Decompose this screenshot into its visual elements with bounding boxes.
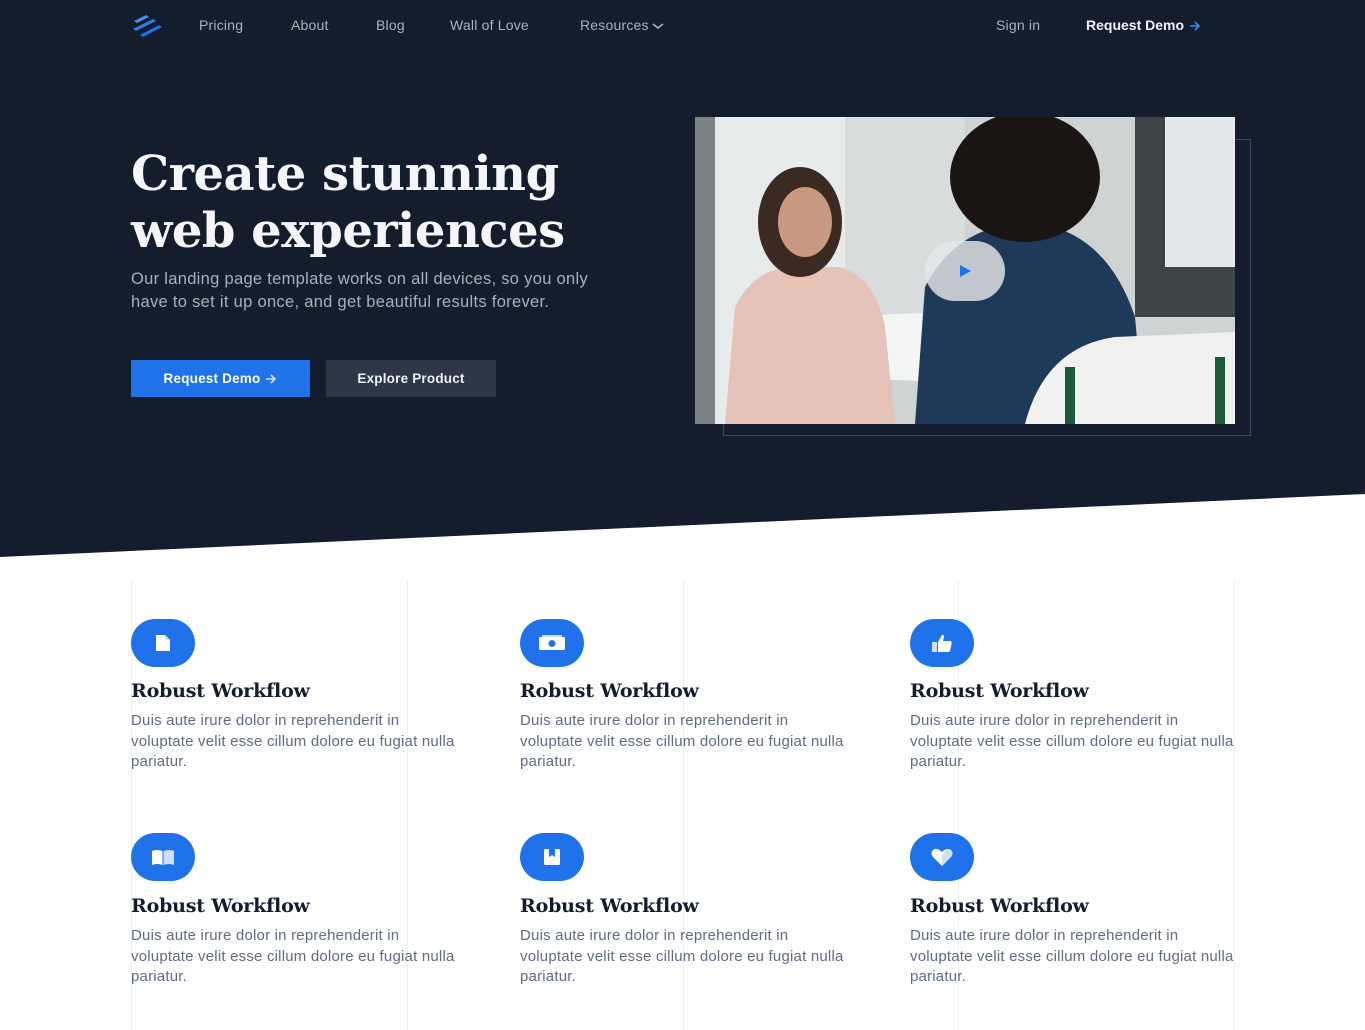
nav-link-resources[interactable]: Resources (580, 17, 664, 33)
feature-text: Duis aute irure dolor in reprehenderit i… (131, 712, 455, 770)
nav-link-pricing[interactable]: Pricing (199, 17, 243, 33)
feature-text: Duis aute irure dolor in reprehenderit i… (520, 712, 844, 770)
arrow-right-icon (266, 373, 277, 384)
feature-text: Duis aute irure dolor in reprehenderit i… (910, 927, 1234, 985)
book-icon (131, 833, 195, 881)
feature-title: Robust Workflow (910, 895, 1089, 917)
feature-title: Robust Workflow (520, 895, 699, 917)
thumbs-up-icon (910, 619, 974, 667)
logo-icon[interactable] (131, 14, 163, 38)
feature-title: Robust Workflow (910, 680, 1089, 702)
arrow-right-icon (1190, 21, 1201, 31)
hero-title: Create stunning web experiences (131, 146, 565, 259)
nav-link-blog[interactable]: Blog (376, 17, 405, 33)
hero-subtitle: Our landing page template works on all d… (131, 270, 589, 311)
nav-link-resources-label: Resources (580, 17, 649, 33)
request-demo-button[interactable]: Request Demo (131, 360, 310, 397)
nav-link-wall-of-love[interactable]: Wall of Love (450, 17, 529, 33)
chevron-down-icon (652, 23, 664, 30)
explore-product-button[interactable]: Explore Product (326, 360, 496, 397)
nav-request-demo-label: Request Demo (1086, 17, 1185, 33)
bookmark-icon (520, 833, 584, 881)
money-icon (520, 619, 584, 667)
feature-title: Robust Workflow (520, 680, 699, 702)
heart-icon (910, 833, 974, 881)
document-icon (131, 619, 195, 667)
feature-title: Robust Workflow (131, 895, 310, 917)
nav-link-about[interactable]: About (291, 17, 329, 33)
feature-text: Duis aute irure dolor in reprehenderit i… (910, 712, 1234, 770)
feature-text: Duis aute irure dolor in reprehenderit i… (131, 927, 455, 985)
feature-text: Duis aute irure dolor in reprehenderit i… (520, 927, 844, 985)
request-demo-button-label: Request Demo (163, 371, 261, 386)
feature-title: Robust Workflow (131, 680, 310, 702)
video-play-button[interactable] (925, 241, 1005, 301)
nav-request-demo-link[interactable]: Request Demo (1086, 17, 1201, 33)
play-icon (960, 265, 971, 277)
signin-link[interactable]: Sign in (996, 17, 1040, 33)
